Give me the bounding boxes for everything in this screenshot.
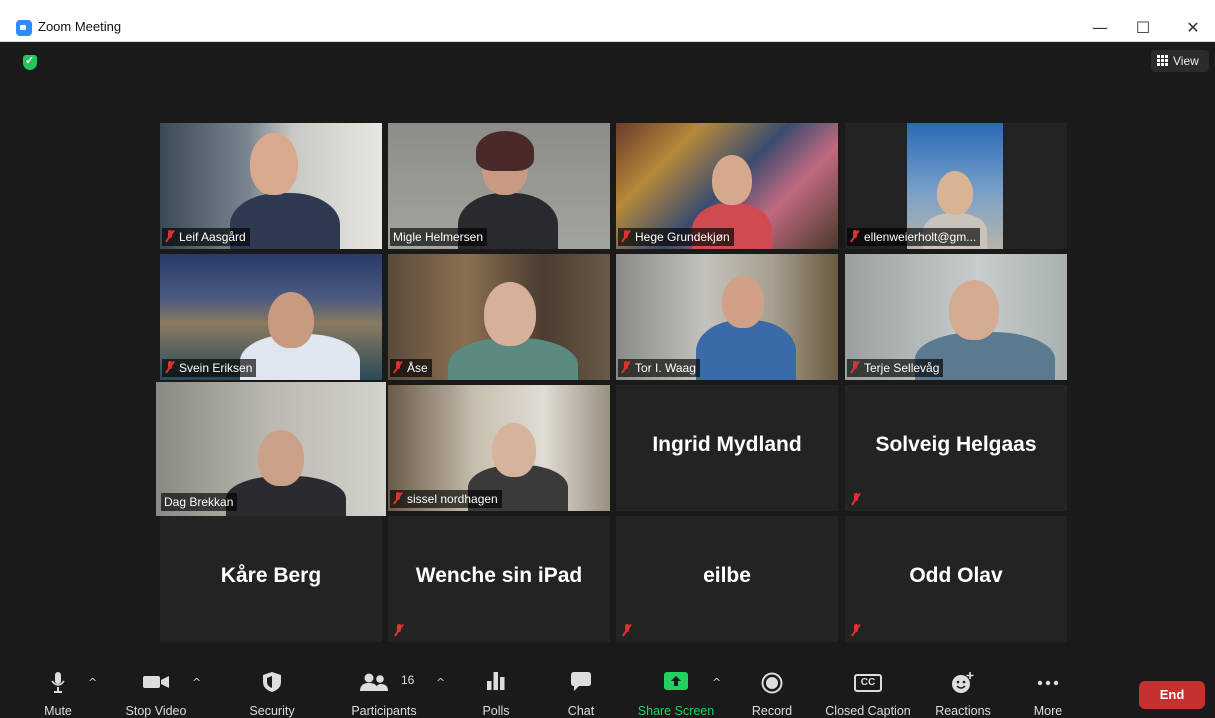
- polls-button[interactable]: Polls: [474, 670, 518, 718]
- participant-name: Wenche sin iPad: [415, 564, 583, 587]
- chat-button[interactable]: Chat: [560, 670, 602, 718]
- participant-name-tag: Tor I. Waag: [618, 359, 700, 377]
- participant-tile[interactable]: Hege Grundekjøn: [616, 123, 838, 249]
- end-meeting-button[interactable]: End: [1139, 681, 1205, 709]
- participant-tile[interactable]: Migle Helmersen: [388, 123, 610, 249]
- audio-options-caret[interactable]: ^: [88, 676, 97, 689]
- grid-icon: [1157, 55, 1168, 66]
- mic-muted-icon: [621, 361, 631, 373]
- window-titlebar: Zoom Meeting — ☐ ✕: [0, 0, 1215, 42]
- video-options-caret[interactable]: ^: [192, 676, 201, 689]
- participant-tile[interactable]: Wenche sin iPad: [388, 516, 610, 642]
- participant-name: Odd Olav: [909, 564, 1003, 587]
- record-button[interactable]: Record: [746, 670, 798, 718]
- participants-button[interactable]: 16 Participants: [346, 670, 422, 718]
- meeting-area: View Leif Aasgård Migle Helmersen Hege G…: [0, 42, 1215, 664]
- mic-muted-icon: [394, 624, 404, 636]
- mic-muted-icon: [165, 361, 175, 373]
- participant-tile[interactable]: Kåre Berg: [160, 516, 382, 642]
- encryption-shield-icon[interactable]: [23, 54, 37, 70]
- more-button[interactable]: More: [1026, 670, 1070, 718]
- reaction-smiley-icon: [952, 672, 974, 693]
- share-screen-button[interactable]: Share Screen: [634, 670, 718, 718]
- window-title: Zoom Meeting: [38, 19, 122, 34]
- participant-name-tag: Hege Grundekjøn: [618, 228, 734, 246]
- participant-tile[interactable]: Odd Olav: [845, 516, 1067, 642]
- reactions-button[interactable]: Reactions: [930, 670, 996, 718]
- security-button[interactable]: Security: [240, 670, 304, 718]
- stop-video-button[interactable]: Stop Video: [116, 670, 196, 718]
- participant-name-tag: sissel nordhagen: [390, 490, 502, 508]
- view-label: View: [1173, 54, 1199, 68]
- active-speaker-tile[interactable]: Dag Brekkan: [156, 382, 386, 516]
- participant-name-tag: Migle Helmersen: [390, 228, 488, 246]
- participant-tile[interactable]: Terje Sellevåg: [845, 254, 1067, 380]
- participant-name: Ingrid Mydland: [652, 433, 802, 456]
- video-camera-icon: [143, 676, 169, 688]
- mic-muted-icon: [393, 492, 403, 504]
- participant-tile[interactable]: Solveig Helgaas: [845, 385, 1067, 511]
- polls-chart-icon: [487, 672, 505, 690]
- participants-options-caret[interactable]: ^: [436, 676, 445, 689]
- meeting-toolbar: Mute ^ Stop Video ^ Security 16 Particip…: [0, 664, 1215, 718]
- participant-tile[interactable]: Svein Eriksen: [160, 254, 382, 380]
- participant-tile[interactable]: Tor I. Waag: [616, 254, 838, 380]
- microphone-icon: [51, 672, 65, 693]
- participant-name-tag: Svein Eriksen: [162, 359, 257, 377]
- share-screen-arrow-icon: [664, 672, 688, 690]
- mic-muted-icon: [850, 361, 860, 373]
- participant-tile[interactable]: Åse: [388, 254, 610, 380]
- share-options-caret[interactable]: ^: [712, 676, 721, 689]
- participant-name-tag: Terje Sellevåg: [847, 359, 944, 377]
- participant-tile[interactable]: eilbe: [616, 516, 838, 642]
- mic-muted-icon: [622, 624, 632, 636]
- participant-name-tag: ellenweierholt@gm...: [847, 228, 981, 246]
- maximize-button[interactable]: ☐: [1120, 14, 1166, 42]
- zoom-app-icon: [16, 20, 32, 36]
- closed-caption-button[interactable]: CC Closed Caption: [820, 670, 916, 718]
- mic-muted-icon: [393, 361, 403, 373]
- participant-name-tag: Leif Aasgård: [162, 228, 250, 246]
- mic-muted-icon: [165, 230, 175, 242]
- participant-tile[interactable]: ellenweierholt@gm...: [845, 123, 1067, 249]
- participant-tile[interactable]: sissel nordhagen: [388, 385, 610, 511]
- minimize-button[interactable]: —: [1077, 14, 1123, 42]
- security-shield-icon: [263, 672, 281, 692]
- participant-tile[interactable]: Ingrid Mydland: [616, 385, 838, 511]
- participant-tile[interactable]: Leif Aasgård: [160, 123, 382, 249]
- participant-name: Kåre Berg: [220, 564, 322, 587]
- mic-muted-icon: [851, 493, 861, 505]
- record-icon: [761, 672, 783, 694]
- mic-muted-icon: [851, 624, 861, 636]
- participant-name-tag: Dag Brekkan: [161, 493, 238, 511]
- participant-name-tag: Åse: [390, 359, 432, 377]
- participant-name: Solveig Helgaas: [875, 433, 1037, 456]
- participant-name: eilbe: [703, 564, 751, 587]
- participants-icon: [360, 673, 388, 691]
- chat-bubble-icon: [571, 672, 591, 691]
- more-dots-icon: [1037, 680, 1059, 686]
- mute-button[interactable]: Mute: [30, 670, 86, 718]
- participants-count: 16: [401, 673, 415, 687]
- view-button[interactable]: View: [1151, 50, 1209, 72]
- close-button[interactable]: ✕: [1170, 14, 1215, 42]
- mic-muted-icon: [850, 230, 860, 242]
- mic-muted-icon: [621, 230, 631, 242]
- cc-icon: CC: [854, 674, 882, 692]
